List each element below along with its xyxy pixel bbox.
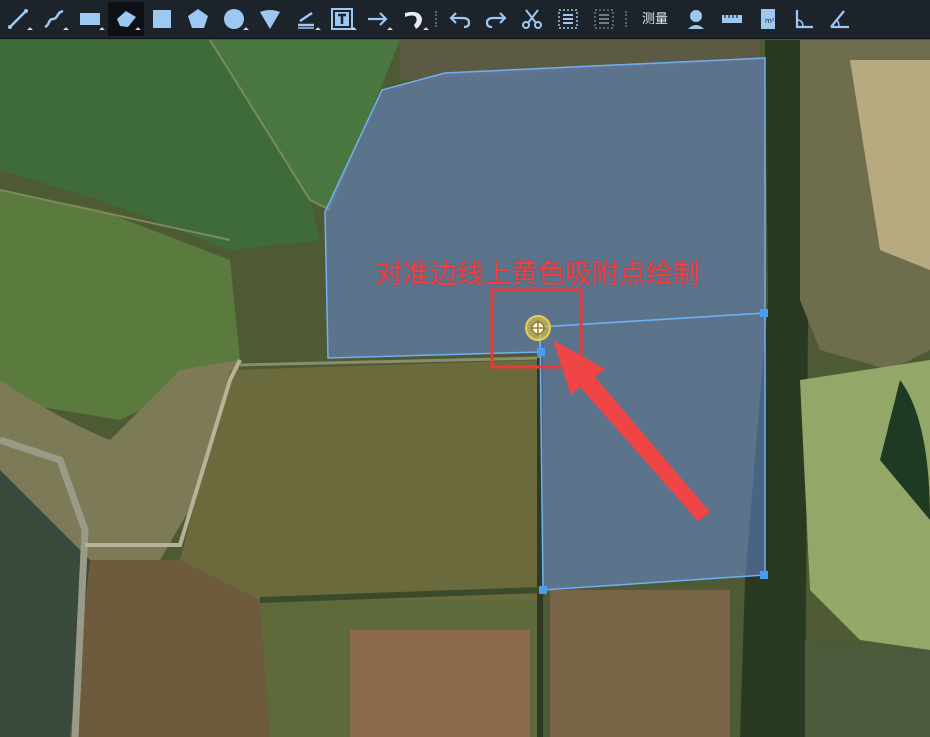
cut-button[interactable] — [514, 2, 550, 36]
measure-label: 测量 — [642, 11, 669, 26]
circle-tool[interactable] — [216, 2, 252, 36]
parallel-line-icon — [298, 11, 314, 29]
area-measure-icon: m² — [761, 9, 776, 29]
select-all-button[interactable] — [550, 2, 586, 36]
circle-icon — [224, 9, 244, 29]
select-all-icon — [558, 9, 578, 29]
annotation-text: 对准边线上黄色吸附点绘制 — [376, 259, 700, 290]
polygon-vertex-handle[interactable] — [760, 309, 768, 317]
text-icon — [331, 8, 353, 30]
field-brown-se — [550, 590, 730, 737]
redo-icon — [485, 12, 507, 29]
drawn-polygon-north[interactable] — [324, 57, 766, 359]
deselect-icon — [594, 9, 614, 29]
parallel-line-tool[interactable] — [288, 2, 324, 36]
svg-text:m²: m² — [765, 17, 775, 25]
polygon-vertex-handle[interactable] — [537, 348, 545, 356]
arrow-icon — [368, 12, 388, 26]
polyline-tool[interactable] — [0, 2, 36, 36]
text-tool[interactable] — [324, 2, 360, 36]
polygon-vertex-handle[interactable] — [760, 571, 768, 579]
drawing-toolbar: 测量 m² — [0, 0, 930, 39]
ruler-icon — [722, 15, 743, 23]
map-canvas — [0, 39, 930, 737]
polygon-vertex-handle[interactable] — [539, 586, 547, 594]
redo-button[interactable] — [478, 2, 514, 36]
freehand-polygon-tool[interactable] — [108, 2, 144, 36]
curved-arrow-icon — [405, 11, 422, 29]
deselect-button[interactable] — [586, 2, 622, 36]
azimuth-icon — [830, 10, 850, 29]
rectangle-icon — [80, 13, 100, 25]
location-pin-icon — [688, 10, 705, 29]
satellite-map[interactable]: 对准边线上黄色吸附点绘制 — [0, 39, 930, 737]
angle-icon — [795, 10, 814, 29]
square-tool[interactable] — [144, 2, 180, 36]
arrow-tool[interactable] — [360, 2, 396, 36]
field-olive-center — [180, 360, 540, 600]
curved-arrow-tool[interactable] — [396, 2, 432, 36]
toolbar-separator — [622, 2, 632, 36]
field-east-south — [805, 640, 930, 737]
undo-button[interactable] — [442, 2, 478, 36]
rectangle-tool[interactable] — [72, 2, 108, 36]
freehand-polygon-icon — [117, 11, 136, 27]
undo-icon — [449, 12, 471, 29]
sector-tool[interactable] — [252, 2, 288, 36]
square-icon — [153, 10, 171, 28]
pentagon-tool[interactable] — [180, 2, 216, 36]
polyline-icon — [8, 9, 28, 29]
freehand-line-tool[interactable] — [36, 2, 72, 36]
field-brown-south — [350, 630, 530, 737]
location-pin-tool[interactable] — [678, 2, 714, 36]
cut-icon — [522, 9, 542, 29]
pentagon-icon — [188, 9, 208, 28]
map-editor: 测量 m² 对准边线上黄色吸附点绘制 — [0, 0, 930, 737]
freehand-line-icon — [44, 9, 64, 29]
toolbar-separator — [432, 2, 442, 36]
sector-icon — [260, 10, 280, 29]
area-measure-tool[interactable]: m² — [750, 2, 786, 36]
distance-measure-tool[interactable] — [714, 2, 750, 36]
azimuth-measure-tool[interactable] — [822, 2, 858, 36]
angle-measure-tool[interactable] — [786, 2, 822, 36]
